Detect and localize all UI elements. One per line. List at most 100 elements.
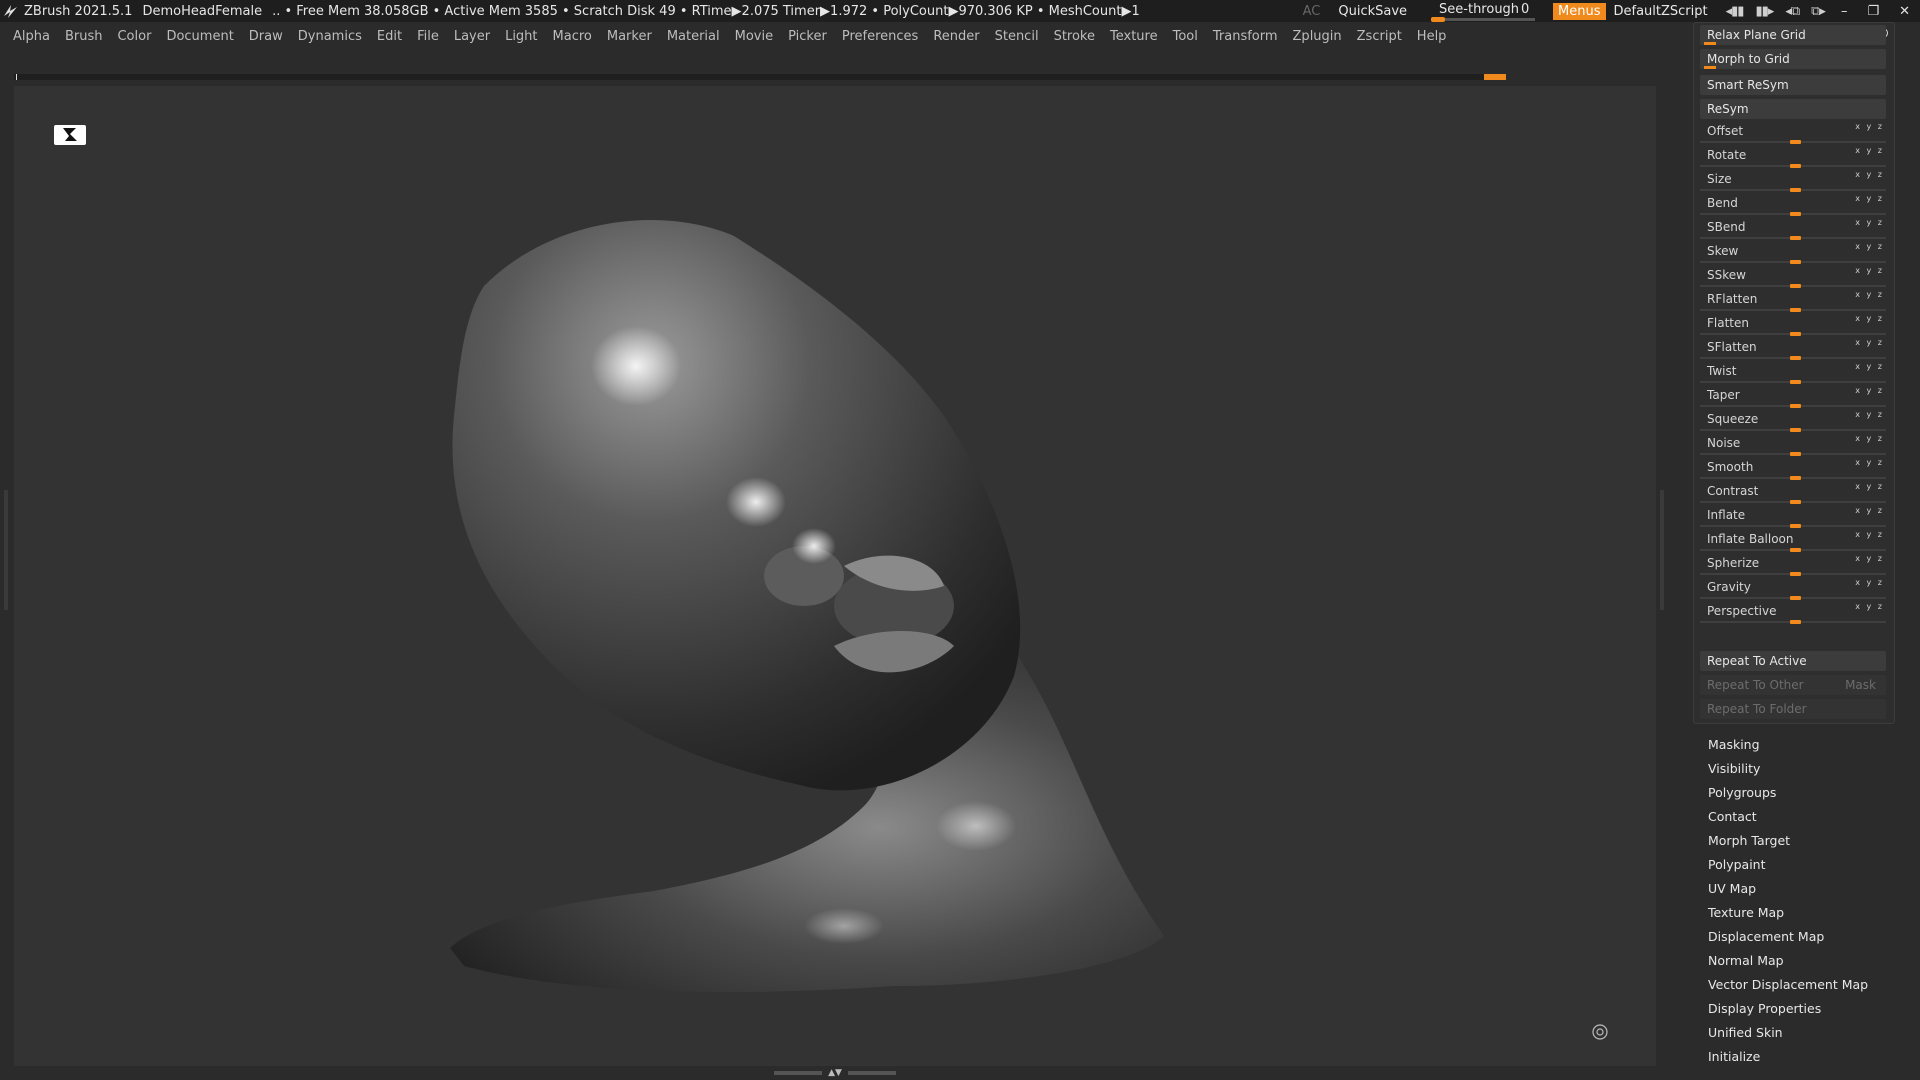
slider-twist[interactable]: Twist x y z [1700,361,1886,385]
slider-sbend[interactable]: SBend x y z [1700,217,1886,241]
subpalette-contact[interactable]: Contact [1708,809,1757,824]
menu-color[interactable]: Color [117,29,151,44]
subpalette-displacement-map[interactable]: Displacement Map [1708,929,1824,944]
xyz-axis-toggles[interactable]: x y z [1855,578,1884,587]
menu-alpha[interactable]: Alpha [13,29,50,44]
menu-tool[interactable]: Tool [1173,29,1198,44]
xyz-axis-toggles[interactable]: x y z [1855,458,1884,467]
subpalette-display-properties[interactable]: Display Properties [1708,1001,1821,1016]
xyz-axis-toggles[interactable]: x y z [1855,170,1884,179]
menu-material[interactable]: Material [667,29,720,44]
menu-document[interactable]: Document [166,29,233,44]
slider-sskew[interactable]: SSkew x y z [1700,265,1886,289]
left-tray-handle[interactable] [4,490,8,610]
relax-plane-grid-button[interactable]: Relax Plane Grid [1700,25,1886,45]
subpalette-vector-displacement-map[interactable]: Vector Displacement Map [1708,977,1868,992]
subpalette-visibility[interactable]: Visibility [1708,761,1760,776]
slider-knob[interactable] [1790,428,1801,432]
xyz-axis-toggles[interactable]: x y z [1855,530,1884,539]
menus-toggle-button[interactable]: Menus [1553,2,1606,20]
xyz-axis-toggles[interactable]: x y z [1855,338,1884,347]
slider-gravity[interactable]: Gravity x y z [1700,577,1886,601]
morph-to-grid-button[interactable]: Morph to Grid [1700,49,1886,69]
xyz-axis-toggles[interactable]: x y z [1855,362,1884,371]
subpalette-masking[interactable]: Masking [1708,737,1760,752]
slider-size[interactable]: Size x y z [1700,169,1886,193]
slider-contrast[interactable]: Contrast x y z [1700,481,1886,505]
subpalette-initialize[interactable]: Initialize [1708,1049,1760,1064]
slider-knob[interactable] [1790,596,1801,600]
subpalette-texture-map[interactable]: Texture Map [1708,905,1784,920]
layout-right-icon[interactable]: ▮▮▸ [1755,4,1774,19]
xyz-axis-toggles[interactable]: x y z [1855,242,1884,251]
swap-ui-icon[interactable]: ◂⧉ [1785,4,1800,19]
slider-knob[interactable] [1790,188,1801,192]
resym-button[interactable]: ReSym [1700,99,1886,119]
quicksave-button[interactable]: QuickSave [1338,4,1407,19]
slider-skew[interactable]: Skew x y z [1700,241,1886,265]
ac-button[interactable]: AC [1303,4,1321,19]
minimize-icon[interactable]: – [1841,4,1848,19]
slider-knob[interactable] [1790,452,1801,456]
xyz-axis-toggles[interactable]: x y z [1855,218,1884,227]
xyz-axis-toggles[interactable]: x y z [1855,434,1884,443]
subpalette-polypaint[interactable]: Polypaint [1708,857,1766,872]
xyz-axis-toggles[interactable]: x y z [1855,482,1884,491]
mask-toggle[interactable]: Mask [1845,675,1876,695]
menu-light[interactable]: Light [505,29,537,44]
slider-knob[interactable] [1790,404,1801,408]
subpalette-normal-map[interactable]: Normal Map [1708,953,1784,968]
xyz-axis-toggles[interactable]: x y z [1855,290,1884,299]
repeat-to-other-button[interactable]: Repeat To Other Mask [1700,675,1886,695]
subpalette-unified-skin[interactable]: Unified Skin [1708,1025,1783,1040]
slider-knob[interactable] [1790,572,1801,576]
menu-edit[interactable]: Edit [377,29,402,44]
menu-brush[interactable]: Brush [65,29,103,44]
slider-sflatten[interactable]: SFlatten x y z [1700,337,1886,361]
repeat-to-active-button[interactable]: Repeat To Active [1700,651,1886,671]
gizmo-toggle-icon[interactable] [1592,1024,1608,1040]
subpalette-polygroups[interactable]: Polygroups [1708,785,1776,800]
slider-knob[interactable] [1790,548,1801,552]
ui-menu-icon[interactable]: ⧉▸ [1811,4,1826,19]
menu-transform[interactable]: Transform [1213,29,1278,44]
slider-inflate-balloon[interactable]: Inflate Balloon x y z [1700,529,1886,553]
default-zscript-button[interactable]: DefaultZScript [1614,4,1708,19]
slider-knob[interactable] [1790,260,1801,264]
xyz-axis-toggles[interactable]: x y z [1855,554,1884,563]
slider-knob[interactable] [1790,308,1801,312]
menu-file[interactable]: File [417,29,439,44]
slider-knob[interactable] [1790,476,1801,480]
slider-noise[interactable]: Noise x y z [1700,433,1886,457]
xyz-axis-toggles[interactable]: x y z [1855,410,1884,419]
slider-knob[interactable] [1790,164,1801,168]
subpalette-uv-map[interactable]: UV Map [1708,881,1756,896]
menu-preferences[interactable]: Preferences [842,29,918,44]
slider-knob[interactable] [1790,620,1801,624]
menu-help[interactable]: Help [1417,29,1447,44]
slider-squeeze[interactable]: Squeeze x y z [1700,409,1886,433]
menu-render[interactable]: Render [933,29,979,44]
expand-up-icon[interactable]: ▲▼ [828,1068,842,1078]
menu-layer[interactable]: Layer [454,29,490,44]
xyz-axis-toggles[interactable]: x y z [1855,122,1884,131]
menu-movie[interactable]: Movie [735,29,773,44]
slider-spherize[interactable]: Spherize x y z [1700,553,1886,577]
shelf-marker[interactable] [1484,74,1506,80]
repeat-to-folder-button[interactable]: Repeat To Folder [1700,699,1886,719]
menu-zscript[interactable]: Zscript [1357,29,1402,44]
xyz-axis-toggles[interactable]: x y z [1855,506,1884,515]
close-icon[interactable]: ✕ [1899,4,1910,19]
slider-bend[interactable]: Bend x y z [1700,193,1886,217]
slider-knob[interactable] [1790,284,1801,288]
slider-knob[interactable] [1790,356,1801,360]
xyz-axis-toggles[interactable]: x y z [1855,194,1884,203]
document-canvas[interactable] [14,86,1656,1066]
slider-inflate[interactable]: Inflate x y z [1700,505,1886,529]
slider-knob[interactable] [1790,140,1801,144]
right-tray-handle[interactable] [1660,490,1664,610]
xyz-axis-toggles[interactable]: x y z [1855,314,1884,323]
slider-knob[interactable] [1790,332,1801,336]
slider-knob[interactable] [1790,236,1801,240]
xyz-axis-toggles[interactable]: x y z [1855,602,1884,611]
